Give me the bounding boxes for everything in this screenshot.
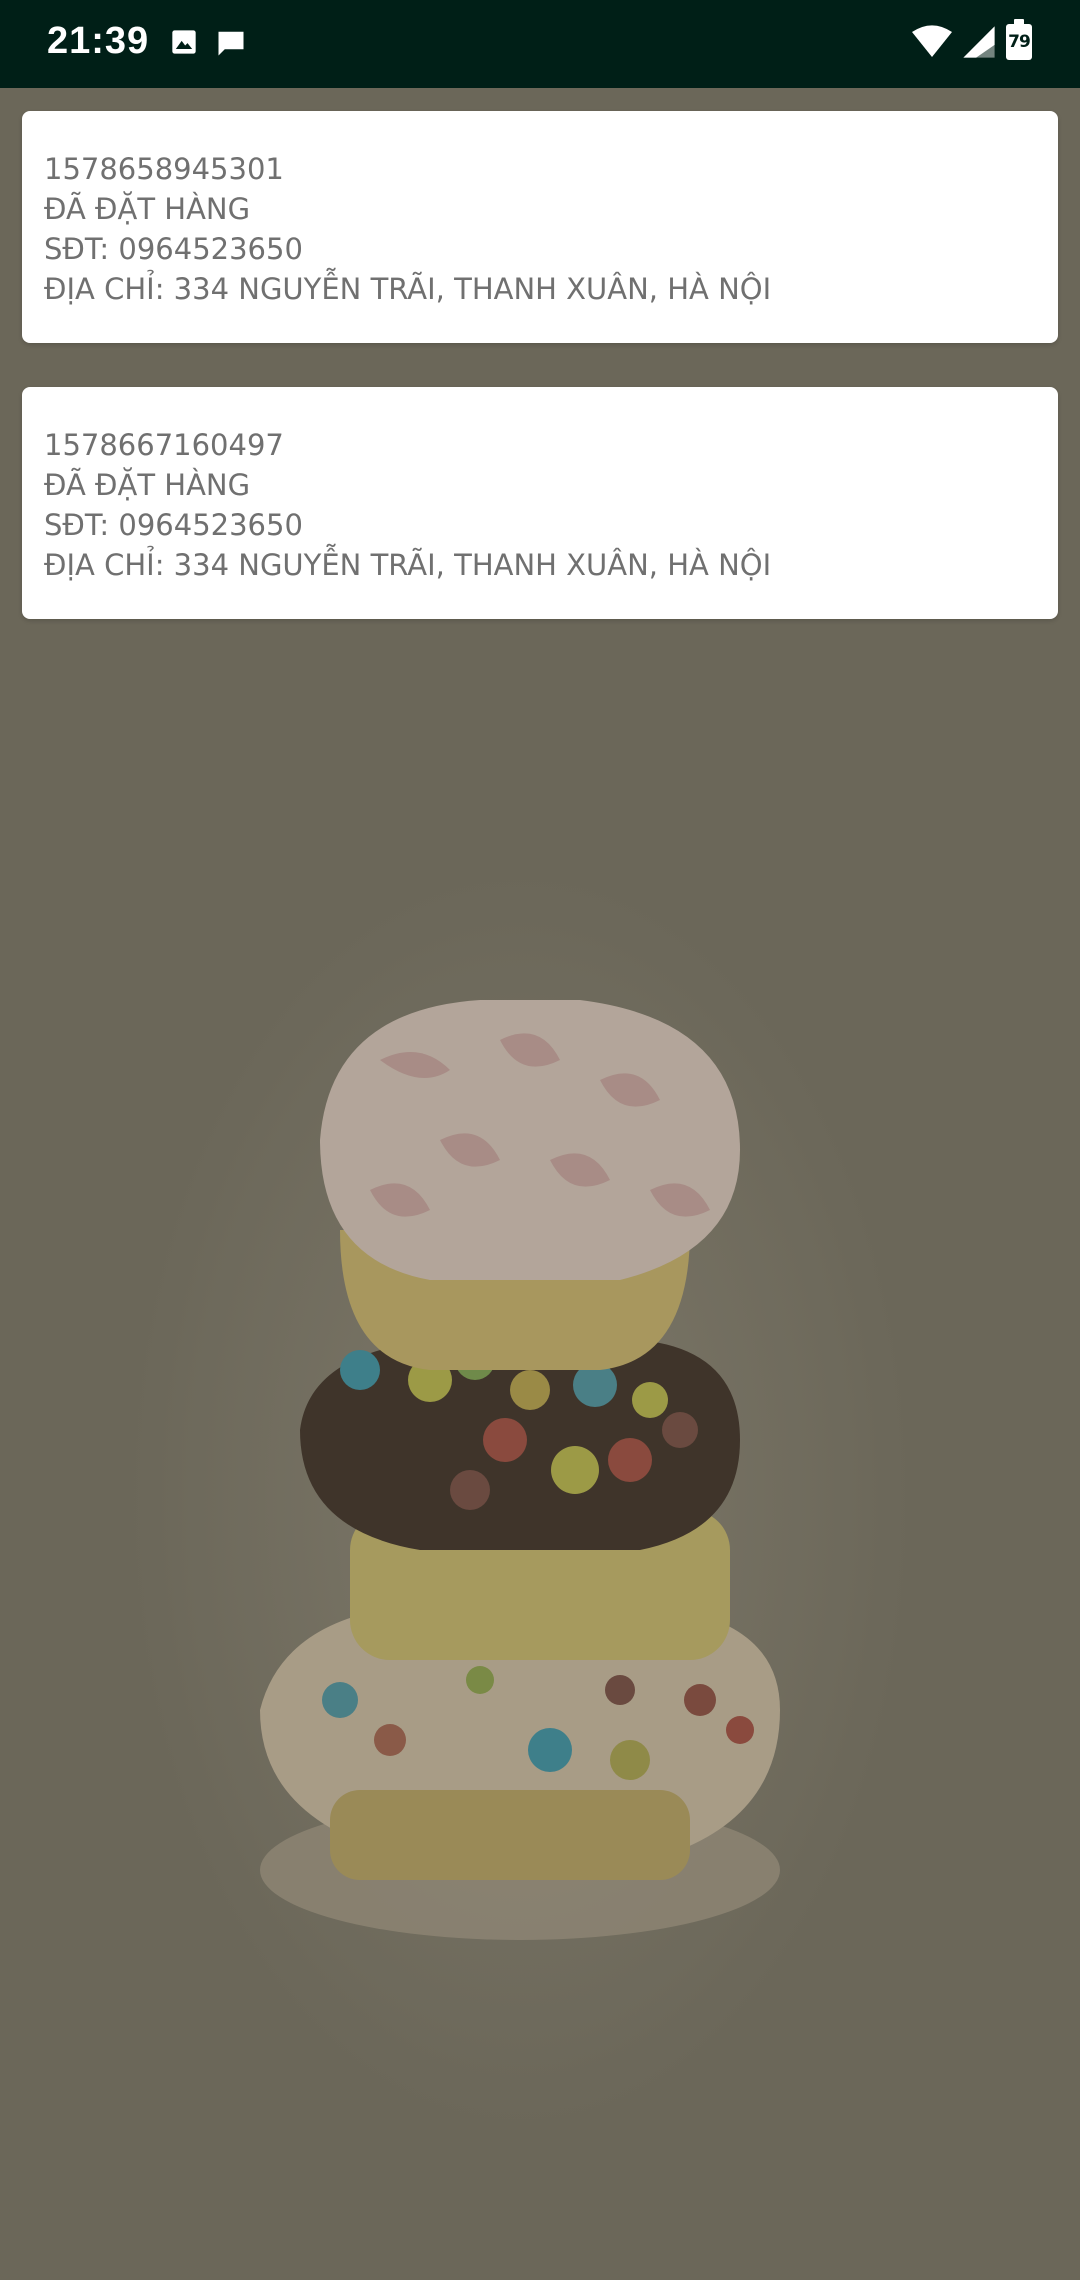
signal-icon [963,26,995,58]
battery-icon: 79 [1006,19,1032,60]
order-id: 1578667160497 [44,428,284,462]
order-phone: SĐT: 0964523650 [44,232,303,266]
order-card[interactable]: 1578658945301 ĐÃ ĐẶT HÀNG SĐT: 096452365… [22,111,1058,343]
order-status: ĐÃ ĐẶT HÀNG [44,468,251,502]
message-icon [218,31,244,56]
wifi-icon [912,25,952,57]
app-screen: 21:39 79 1578658945301 ĐÃ ĐẶT HÀNG SĐT: … [0,0,1080,2280]
notification-icons [170,28,246,58]
order-card[interactable]: 1578667160497 ĐÃ ĐẶT HÀNG SĐT: 096452365… [22,387,1058,619]
order-address: ĐỊA CHỈ: 334 NGUYỄN TRÃI, THANH XUÂN, HÀ… [44,272,772,306]
image-icon [172,30,196,54]
order-phone: SĐT: 0964523650 [44,508,303,542]
status-time: 21:39 [47,20,150,62]
cupcake-stack-image [260,1000,780,1940]
battery-level: 79 [1008,32,1031,52]
system-icons: 79 [912,19,1032,60]
order-status: ĐÃ ĐẶT HÀNG [44,192,251,226]
order-address: ĐỊA CHỈ: 334 NGUYỄN TRÃI, THANH XUÂN, HÀ… [44,548,772,582]
order-id: 1578658945301 [44,152,284,186]
order-list: 1578658945301 ĐÃ ĐẶT HÀNG SĐT: 096452365… [22,111,1058,663]
status-bar: 21:39 79 [0,0,1080,88]
